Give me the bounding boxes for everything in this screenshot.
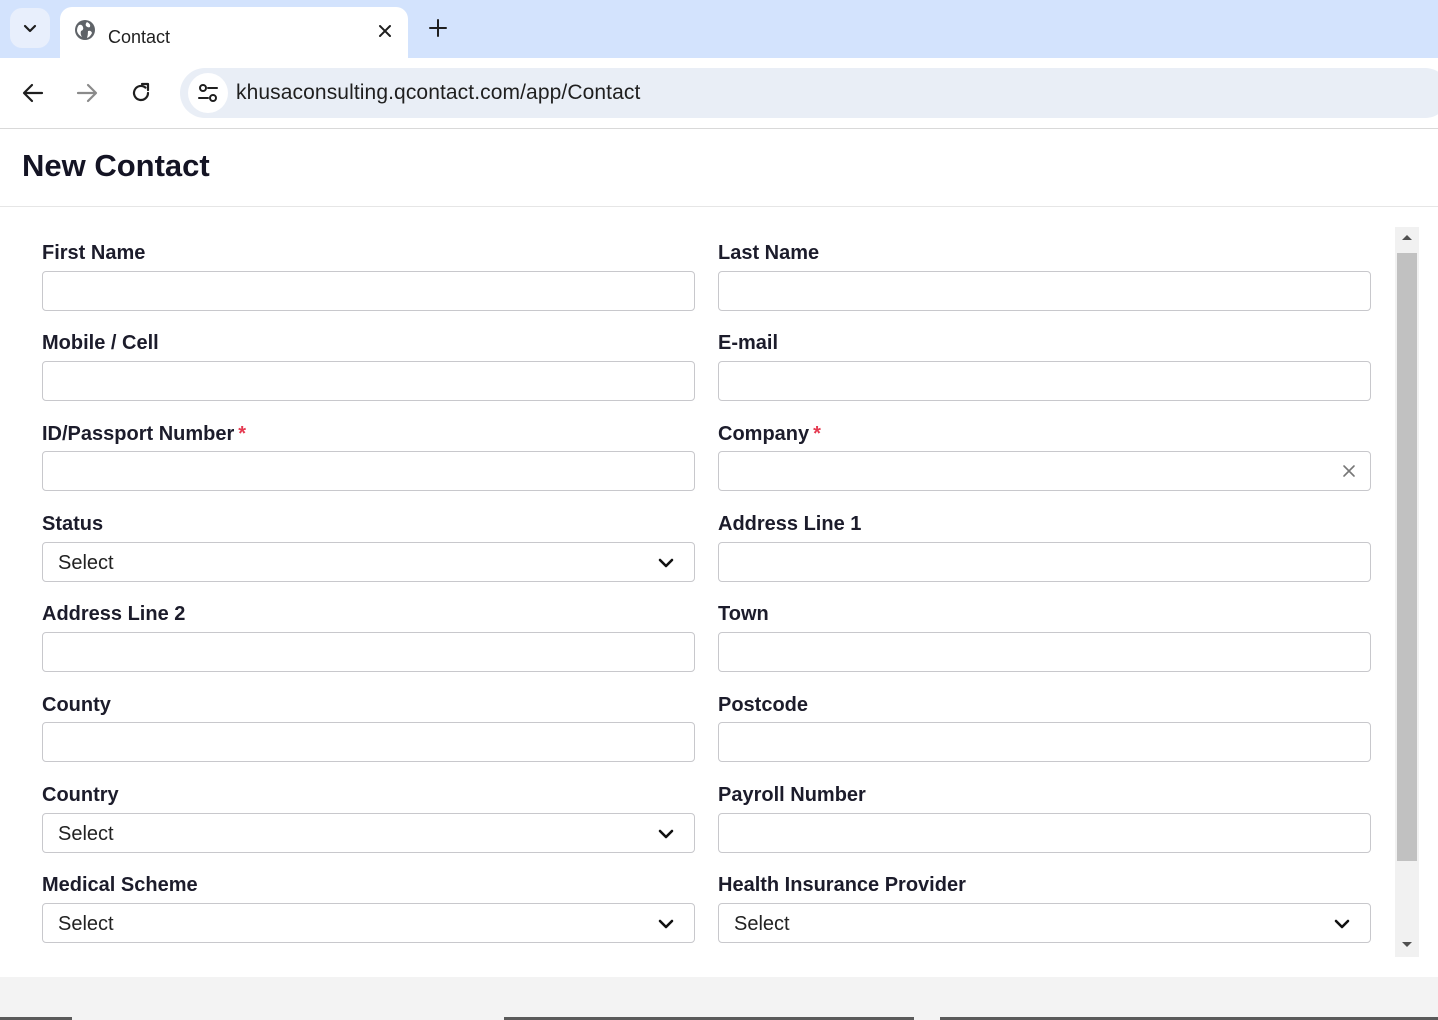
site-settings-icon bbox=[198, 84, 218, 102]
medical-scheme-label: Medical Scheme bbox=[42, 874, 198, 897]
id-passport-input[interactable] bbox=[42, 451, 695, 491]
required-marker: * bbox=[813, 423, 821, 445]
company-label: Company * bbox=[718, 423, 821, 446]
country-label-text: Country bbox=[42, 784, 119, 806]
county-label: County bbox=[42, 694, 111, 717]
reload-button[interactable] bbox=[126, 78, 156, 108]
postcode-label-text: Postcode bbox=[718, 694, 809, 716]
chevron-down-icon bbox=[658, 558, 674, 568]
chevron-down-icon bbox=[658, 829, 674, 839]
status-label: Status bbox=[42, 513, 103, 536]
postcode-label: Postcode bbox=[718, 694, 808, 717]
page-title: New Contact bbox=[22, 148, 210, 183]
first-name-input[interactable] bbox=[42, 271, 695, 311]
scroll-up-arrow-icon[interactable] bbox=[1401, 233, 1413, 241]
last-name-label-text: Last Name bbox=[718, 242, 820, 264]
status-label-text: Status bbox=[42, 513, 104, 535]
country-label: Country bbox=[42, 784, 119, 807]
health-insurance-provider-select[interactable]: Select bbox=[718, 903, 1371, 943]
mobile-input[interactable] bbox=[42, 361, 695, 401]
page-header: New Contact bbox=[0, 129, 1438, 207]
close-icon bbox=[379, 25, 391, 37]
last-name-label: Last Name bbox=[718, 242, 819, 265]
address-line-1-input[interactable] bbox=[718, 542, 1371, 582]
browser-toolbar: khusaconsulting.qcontact.com/app/Contact bbox=[0, 58, 1438, 129]
town-input[interactable] bbox=[718, 632, 1371, 672]
id-passport-label: ID/Passport Number * bbox=[42, 423, 246, 446]
required-marker: * bbox=[238, 423, 247, 445]
url-text[interactable]: khusaconsulting.qcontact.com/app/Contact bbox=[236, 81, 640, 105]
address-line-2-label-text: Address Line 2 bbox=[42, 603, 186, 625]
country-select-value: Select bbox=[58, 823, 114, 845]
plus-icon bbox=[429, 19, 447, 37]
scroll-down-arrow-icon[interactable] bbox=[1401, 941, 1413, 949]
email-label-text: E-mail bbox=[718, 332, 779, 354]
clear-icon[interactable] bbox=[1342, 464, 1356, 478]
address-line-2-input[interactable] bbox=[42, 632, 695, 672]
payroll-number-input[interactable] bbox=[718, 813, 1371, 853]
address-line-2-label: Address Line 2 bbox=[42, 603, 185, 626]
email-input[interactable] bbox=[718, 361, 1371, 401]
reload-icon bbox=[132, 82, 150, 102]
medical-scheme-select-value: Select bbox=[58, 913, 114, 935]
form-scrollbar[interactable] bbox=[1395, 227, 1419, 957]
first-name-label: First Name bbox=[42, 242, 145, 265]
postcode-input[interactable] bbox=[718, 722, 1371, 762]
town-label: Town bbox=[718, 603, 769, 626]
company-lookup-input[interactable] bbox=[718, 451, 1371, 491]
back-arrow-icon bbox=[22, 83, 44, 103]
health-insurance-provider-select-value: Select bbox=[734, 913, 790, 935]
payroll-number-label: Payroll Number bbox=[718, 784, 866, 807]
country-select[interactable]: Select bbox=[42, 813, 695, 853]
globe-icon bbox=[75, 20, 95, 40]
site-settings-button[interactable] bbox=[188, 73, 228, 113]
mobile-label: Mobile / Cell bbox=[42, 332, 159, 355]
health-insurance-provider-label-text: Health Insurance Provider bbox=[718, 874, 966, 896]
email-label: E-mail bbox=[718, 332, 778, 355]
town-label-text: Town bbox=[718, 603, 769, 625]
health-insurance-provider-label: Health Insurance Provider bbox=[718, 874, 966, 897]
first-name-label-text: First Name bbox=[42, 242, 146, 264]
chevron-down-icon bbox=[658, 919, 674, 929]
status-select-value: Select bbox=[58, 552, 114, 574]
scrollbar-thumb[interactable] bbox=[1397, 253, 1417, 861]
county-input[interactable] bbox=[42, 722, 695, 762]
payroll-number-label-text: Payroll Number bbox=[718, 784, 866, 806]
browser-tab-bar: Contact bbox=[0, 0, 1438, 58]
tab-list-button[interactable] bbox=[10, 8, 50, 48]
back-button[interactable] bbox=[18, 78, 48, 108]
medical-scheme-label-text: Medical Scheme bbox=[42, 874, 198, 896]
forward-arrow-icon bbox=[76, 83, 98, 103]
chevron-down-icon bbox=[1334, 919, 1350, 929]
tab-title: Contact bbox=[108, 27, 171, 47]
last-name-input[interactable] bbox=[718, 271, 1371, 311]
company-label-text: Company bbox=[718, 423, 810, 445]
mobile-label-text: Mobile / Cell bbox=[42, 332, 159, 354]
tab-close-button[interactable] bbox=[373, 19, 397, 43]
chevron-down-icon bbox=[23, 24, 37, 33]
id-passport-label-text: ID/Passport Number bbox=[42, 423, 235, 445]
county-label-text: County bbox=[42, 694, 111, 716]
address-line-1-label: Address Line 1 bbox=[718, 513, 861, 536]
forward-button[interactable] bbox=[72, 78, 102, 108]
status-select[interactable]: Select bbox=[42, 542, 695, 582]
browser-tab[interactable]: Contact bbox=[60, 7, 408, 58]
address-bar[interactable]: khusaconsulting.qcontact.com/app/Contact bbox=[180, 68, 1438, 118]
medical-scheme-select[interactable]: Select bbox=[42, 903, 695, 943]
address-line-1-label-text: Address Line 1 bbox=[718, 513, 862, 535]
new-tab-button[interactable] bbox=[424, 14, 452, 42]
page-content: New Contact First Name Last Name Mobile … bbox=[0, 129, 1438, 977]
contact-form: First Name Last Name Mobile / Cell E-mai… bbox=[0, 227, 1438, 957]
